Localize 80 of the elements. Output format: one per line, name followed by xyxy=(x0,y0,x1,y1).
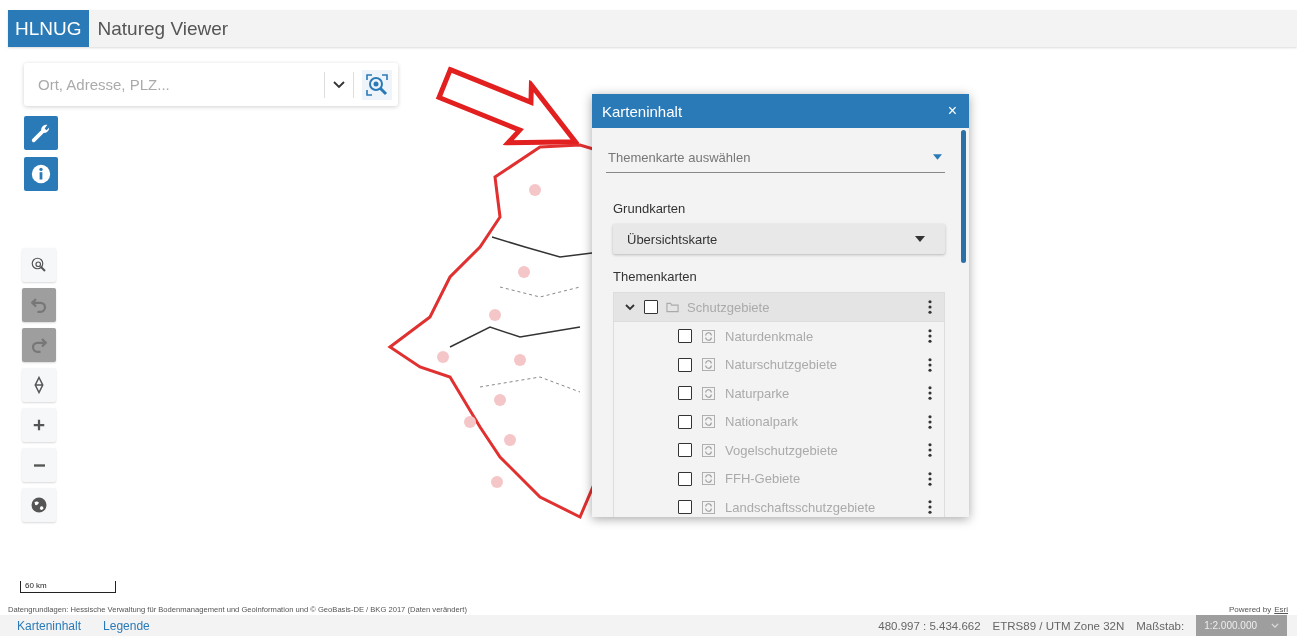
globe-icon xyxy=(30,496,48,514)
layer-row[interactable]: Naturdenkmale xyxy=(614,322,944,351)
zoom-in-button[interactable] xyxy=(22,408,56,442)
checkbox[interactable] xyxy=(678,329,692,344)
checkbox[interactable] xyxy=(678,500,692,515)
app-title: Natureg Viewer xyxy=(96,16,230,41)
layer-icon xyxy=(702,500,715,514)
esri-link[interactable]: Esri xyxy=(1274,605,1288,614)
more-icon[interactable] xyxy=(928,500,932,515)
layer-row[interactable]: FFH-Gebiete xyxy=(614,464,944,493)
layer-row[interactable]: Naturparke xyxy=(614,379,944,408)
folder-icon xyxy=(666,301,679,313)
section-label: Themenkarten xyxy=(613,269,698,284)
more-icon[interactable] xyxy=(928,386,932,401)
scrollbar[interactable] xyxy=(961,130,966,263)
layer-label: Landschaftsschutzgebiete xyxy=(725,499,877,515)
wrench-icon xyxy=(30,122,52,144)
layer-group-label: Schutzgebiete xyxy=(687,299,771,315)
checkbox[interactable] xyxy=(678,443,692,458)
layer-row[interactable]: Naturschutzgebiete xyxy=(614,350,944,379)
layer-label: FFH-Gebiete xyxy=(725,471,802,487)
layer-label: Naturparke xyxy=(725,385,791,401)
close-button[interactable]: × xyxy=(945,102,959,120)
scale-label: Maßstab: xyxy=(1136,619,1185,632)
checkbox[interactable] xyxy=(678,357,692,372)
more-icon[interactable] xyxy=(928,329,932,344)
layer-label: Nationalpark xyxy=(725,414,799,430)
layer-icon xyxy=(702,415,715,429)
layer-icon xyxy=(702,386,715,400)
logo: HLNUG xyxy=(8,10,89,47)
search-icon xyxy=(30,256,48,274)
layer-icon xyxy=(702,472,715,486)
checkbox[interactable] xyxy=(644,300,658,314)
layer-label: Vogelschutzgebiete xyxy=(725,442,839,458)
chevron-down-icon[interactable] xyxy=(624,301,636,313)
dropdown-arrow-icon[interactable] xyxy=(933,154,942,160)
layer-row[interactable]: Nationalpark xyxy=(614,407,944,436)
minus-icon xyxy=(33,463,45,467)
search-field[interactable]: Ort, Adresse, PLZ... xyxy=(36,75,316,94)
more-icon[interactable] xyxy=(928,471,932,486)
layer-label: Naturschutzgebiete xyxy=(725,357,838,373)
more-icon[interactable] xyxy=(928,443,932,458)
more-icon[interactable] xyxy=(928,414,932,429)
checkbox[interactable] xyxy=(678,414,692,429)
footer-tab[interactable]: Karteninhalt xyxy=(17,618,82,633)
locate-button[interactable] xyxy=(22,248,56,282)
projection-text: ETRS89 / UTM Zone 32N xyxy=(992,619,1125,632)
compass-button[interactable] xyxy=(22,368,56,402)
chevron-down-icon xyxy=(1271,623,1279,628)
redo-icon xyxy=(30,336,48,354)
tools-button[interactable] xyxy=(24,116,58,150)
layer-group-row[interactable]: Schutzgebiete xyxy=(614,293,944,322)
powered-by-text: Powered by xyxy=(1228,605,1272,614)
theme-map-select[interactable]: Themenkarte auswählen xyxy=(606,148,933,166)
layer-row[interactable]: Landschaftsschutzgebiete xyxy=(614,493,944,517)
scale-select[interactable]: 1:2.000.000 xyxy=(1196,615,1287,636)
footer-tab[interactable]: Legende xyxy=(103,618,150,633)
section-label: Grundkarten xyxy=(613,201,687,216)
globe-button[interactable] xyxy=(22,488,56,522)
scale-bar: 60 km xyxy=(20,581,116,593)
chevron-down-icon[interactable] xyxy=(333,80,345,89)
locate-button[interactable] xyxy=(362,69,392,100)
checkbox[interactable] xyxy=(678,471,692,486)
locate-icon xyxy=(365,72,389,97)
zoom-out-button[interactable] xyxy=(22,448,56,482)
more-icon[interactable] xyxy=(928,357,932,372)
info-icon xyxy=(30,163,52,185)
undo-icon xyxy=(30,296,48,314)
layer-row[interactable]: Vogelschutzgebiete xyxy=(614,436,944,465)
layer-icon xyxy=(702,358,715,372)
caret-icon xyxy=(915,236,925,242)
layer-icon xyxy=(702,443,715,457)
more-icon[interactable] xyxy=(928,300,932,314)
checkbox[interactable] xyxy=(678,386,692,401)
info-button[interactable] xyxy=(24,157,58,191)
layer-icon xyxy=(702,329,715,343)
layer-label: Naturdenkmale xyxy=(725,328,815,344)
basemap-select[interactable]: Übersichtskarte xyxy=(613,224,945,254)
panel-title: Karteninhalt xyxy=(602,102,684,120)
coordinates-text: 480.997 : 5.434.662 xyxy=(878,619,981,632)
